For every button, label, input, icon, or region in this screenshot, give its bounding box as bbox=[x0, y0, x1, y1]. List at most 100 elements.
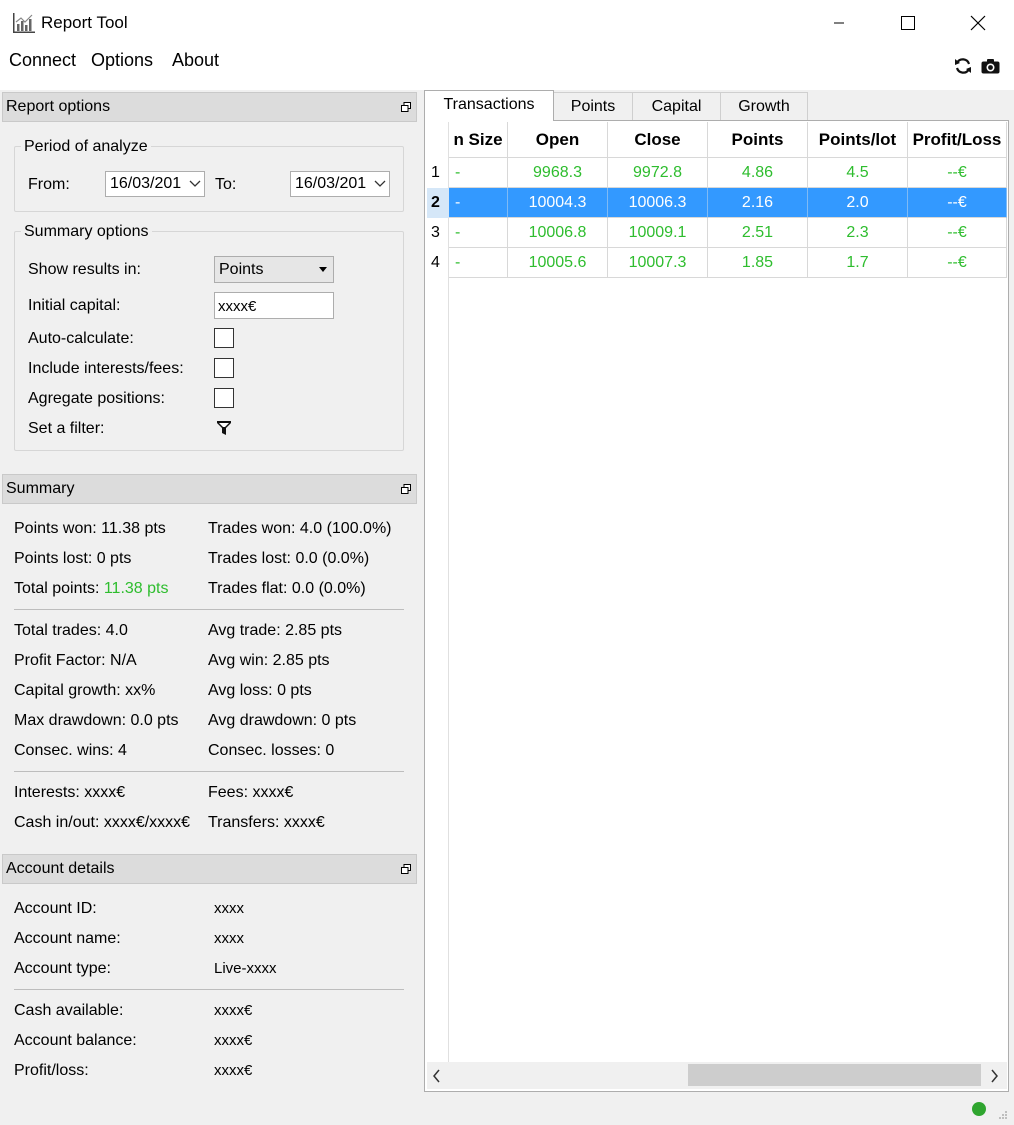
profit-factor: Profit Factor: N/A bbox=[14, 652, 137, 669]
initial-capital-input[interactable]: xxxx€ bbox=[214, 292, 334, 319]
divider bbox=[14, 609, 404, 610]
aggregate-checkbox[interactable] bbox=[214, 388, 234, 408]
float-dock-icon[interactable] bbox=[401, 102, 411, 112]
total-trades: Total trades: 4.0 bbox=[14, 622, 128, 639]
show-results-value: Points bbox=[219, 261, 264, 278]
float-dock-icon[interactable] bbox=[401, 864, 411, 874]
column-header-points-lot[interactable]: Points/lot bbox=[808, 122, 908, 158]
cell-size[interactable]: - bbox=[449, 188, 508, 218]
include-fees-checkbox[interactable] bbox=[214, 358, 234, 378]
cash-available-value: xxxx€ bbox=[214, 1002, 253, 1019]
tab-transactions[interactable]: Transactions bbox=[424, 90, 554, 121]
account-details-title: Account details bbox=[6, 860, 115, 877]
app-chart-icon bbox=[13, 13, 35, 33]
cell-size[interactable]: - bbox=[449, 218, 508, 248]
float-dock-icon[interactable] bbox=[401, 484, 411, 494]
avg-win: Avg win: 2.85 pts bbox=[208, 652, 330, 669]
cell-profit-loss[interactable]: --€ bbox=[908, 218, 1007, 248]
scroll-left-icon[interactable] bbox=[432, 1069, 442, 1083]
resize-grip-icon[interactable] bbox=[998, 1110, 1008, 1120]
filter-icon[interactable] bbox=[216, 420, 232, 436]
account-id-label: Account ID: bbox=[14, 900, 97, 917]
to-date-value: 16/03/201 bbox=[295, 175, 367, 192]
to-date-input[interactable]: 16/03/201 bbox=[290, 171, 390, 197]
from-label: From: bbox=[28, 176, 70, 193]
cell-close[interactable]: 10009.1 bbox=[608, 218, 708, 248]
from-date-input[interactable]: 16/03/201 bbox=[105, 171, 205, 197]
maximize-button[interactable] bbox=[885, 0, 931, 46]
camera-icon[interactable] bbox=[981, 58, 1000, 74]
cell-points-lot[interactable]: 2.3 bbox=[808, 218, 908, 248]
scroll-right-icon[interactable] bbox=[989, 1069, 999, 1083]
column-header-profit-loss[interactable]: Profit/Loss bbox=[908, 122, 1007, 158]
cell-points-lot[interactable]: 2.0 bbox=[808, 188, 908, 218]
minimize-button[interactable] bbox=[816, 0, 862, 46]
row-number[interactable]: 1 bbox=[431, 158, 449, 188]
include-fees-label: Include interests/fees: bbox=[28, 360, 184, 377]
divider bbox=[14, 989, 404, 990]
tab-capital[interactable]: Capital bbox=[632, 92, 721, 120]
window-title: Report Tool bbox=[41, 13, 128, 32]
cell-close[interactable]: 9972.8 bbox=[608, 158, 708, 188]
from-date-value: 16/03/201 bbox=[110, 175, 182, 192]
close-button[interactable] bbox=[955, 0, 1001, 46]
initial-capital-label: Initial capital: bbox=[28, 297, 121, 314]
fees: Fees: xxxx€ bbox=[208, 784, 294, 801]
cell-open[interactable]: 10006.8 bbox=[508, 218, 608, 248]
period-group-label: Period of analyze bbox=[21, 138, 151, 156]
profit-loss-value: xxxx€ bbox=[214, 1062, 253, 1079]
cell-open[interactable]: 10005.6 bbox=[508, 248, 608, 278]
account-type-value: Live-xxxx bbox=[214, 960, 277, 977]
report-options-header: Report options bbox=[2, 92, 417, 122]
cell-profit-loss[interactable]: --€ bbox=[908, 188, 1007, 218]
cell-points-lot[interactable]: 4.5 bbox=[808, 158, 908, 188]
capital-growth: Capital growth: xx% bbox=[14, 682, 156, 699]
account-details-header: Account details bbox=[2, 854, 417, 884]
account-id-value: xxxx bbox=[214, 900, 244, 917]
menu-connect[interactable]: Connect bbox=[9, 50, 76, 71]
cell-profit-loss[interactable]: --€ bbox=[908, 158, 1007, 188]
column-header-open[interactable]: Open bbox=[508, 122, 608, 158]
dropdown-arrow-icon bbox=[319, 267, 327, 272]
tab-points[interactable]: Points bbox=[553, 92, 633, 120]
trades-lost: Trades lost: 0.0 (0.0%) bbox=[208, 550, 370, 567]
cash-in-out: Cash in/out: xxxx€/xxxx€ bbox=[14, 814, 191, 831]
total-points: Total points: 11.38 pts bbox=[14, 580, 168, 598]
profit-loss-label: Profit/loss: bbox=[14, 1062, 89, 1079]
cell-profit-loss[interactable]: --€ bbox=[908, 248, 1007, 278]
show-results-label: Show results in: bbox=[28, 261, 141, 278]
menu-options[interactable]: Options bbox=[91, 50, 153, 71]
trades-flat: Trades flat: 0.0 (0.0%) bbox=[208, 580, 366, 597]
cell-size[interactable]: - bbox=[449, 248, 508, 278]
account-balance-value: xxxx€ bbox=[214, 1032, 253, 1049]
row-number[interactable]: 4 bbox=[431, 248, 449, 278]
cell-points[interactable]: 4.86 bbox=[708, 158, 808, 188]
cell-points[interactable]: 2.16 bbox=[708, 188, 808, 218]
row-number[interactable]: 3 bbox=[431, 218, 449, 248]
cell-points[interactable]: 2.51 bbox=[708, 218, 808, 248]
auto-calculate-checkbox[interactable] bbox=[214, 328, 234, 348]
row-number[interactable]: 2 bbox=[427, 188, 449, 218]
refresh-icon[interactable] bbox=[954, 57, 972, 75]
tab-growth[interactable]: Growth bbox=[720, 92, 808, 120]
cell-close[interactable]: 10007.3 bbox=[608, 248, 708, 278]
account-balance-label: Account balance: bbox=[14, 1032, 137, 1049]
cell-points-lot[interactable]: 1.7 bbox=[808, 248, 908, 278]
summary-options-label: Summary options bbox=[21, 223, 152, 241]
column-header-size[interactable]: n Size bbox=[449, 122, 508, 158]
scrollbar-thumb[interactable] bbox=[688, 1064, 981, 1086]
cell-open[interactable]: 10004.3 bbox=[508, 188, 608, 218]
cell-open[interactable]: 9968.3 bbox=[508, 158, 608, 188]
menu-about[interactable]: About bbox=[172, 50, 219, 71]
cell-close[interactable]: 10006.3 bbox=[608, 188, 708, 218]
show-results-select[interactable]: Points bbox=[214, 256, 334, 283]
column-header-close[interactable]: Close bbox=[608, 122, 708, 158]
cell-size[interactable]: - bbox=[449, 158, 508, 188]
report-options-title: Report options bbox=[6, 98, 111, 115]
points-lost: Points lost: 0 pts bbox=[14, 550, 132, 567]
column-header-points[interactable]: Points bbox=[708, 122, 808, 158]
cell-points[interactable]: 1.85 bbox=[708, 248, 808, 278]
auto-calculate-label: Auto-calculate: bbox=[28, 330, 134, 347]
to-label: To: bbox=[215, 176, 237, 193]
consec-wins: Consec. wins: 4 bbox=[14, 742, 127, 759]
